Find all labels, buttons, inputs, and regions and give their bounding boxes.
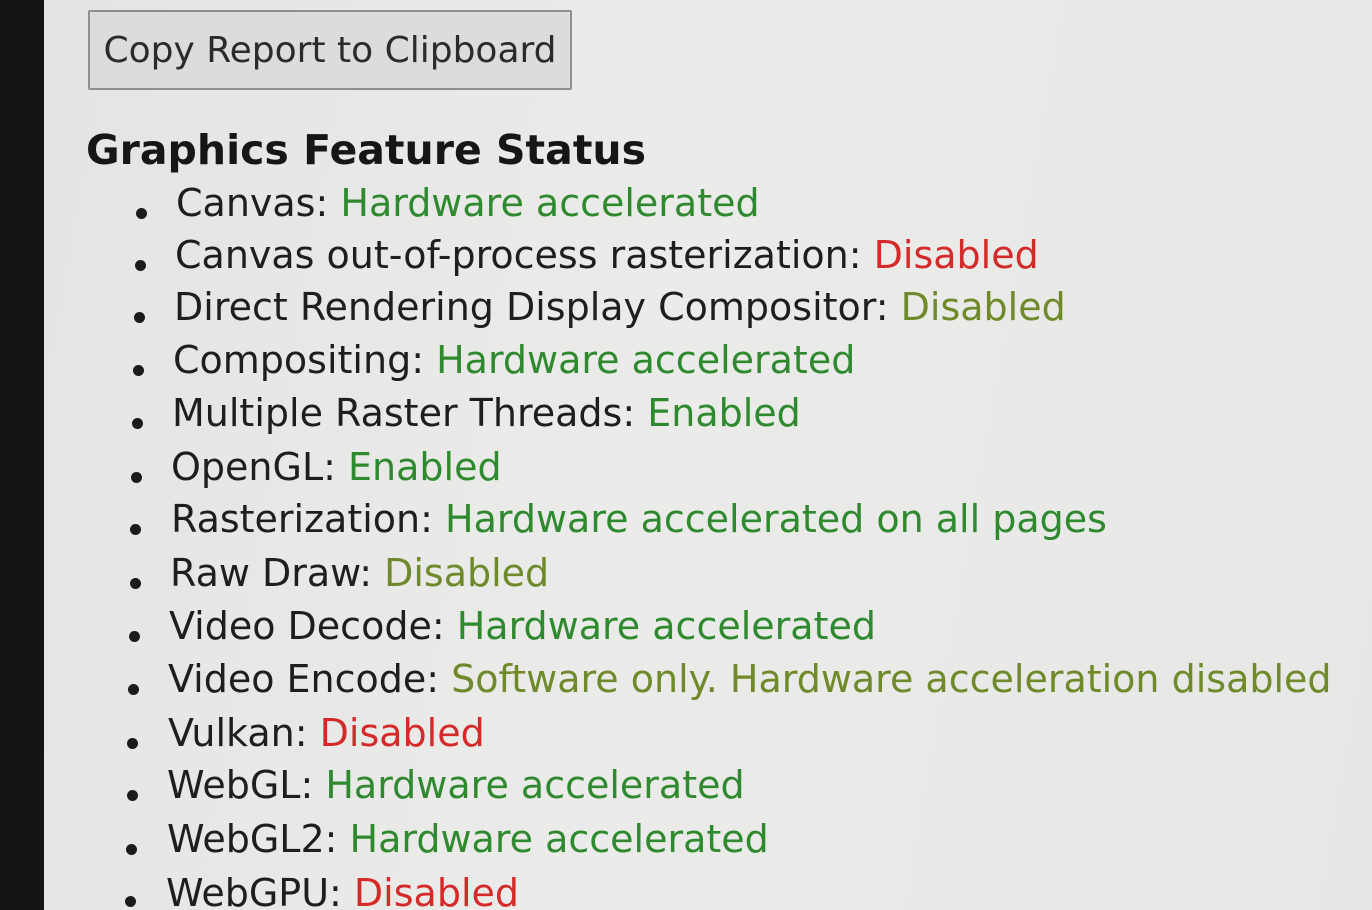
feature-status: Enabled bbox=[348, 445, 502, 489]
list-bullet bbox=[129, 631, 140, 642]
feature-separator: : bbox=[411, 338, 437, 382]
feature-name: OpenGL bbox=[171, 445, 324, 489]
feature-row: Canvas: Hardware accelerated bbox=[176, 180, 760, 226]
feature-row: Multiple Raster Threads: Enabled bbox=[172, 390, 801, 436]
feature-separator: : bbox=[875, 285, 901, 329]
feature-status: Disabled bbox=[384, 551, 550, 595]
list-bullet bbox=[130, 578, 141, 589]
feature-row: Canvas out-of-process rasterization: Dis… bbox=[175, 232, 1039, 278]
feature-separator: : bbox=[315, 181, 341, 225]
feature-name: WebGL bbox=[167, 763, 301, 807]
feature-separator: : bbox=[324, 817, 350, 861]
feature-name: Compositing bbox=[173, 338, 412, 382]
feature-name: Video Encode bbox=[168, 657, 427, 701]
feature-name: Rasterization bbox=[171, 497, 421, 541]
feature-separator: : bbox=[426, 657, 452, 701]
feature-separator: : bbox=[323, 445, 349, 489]
feature-separator: : bbox=[848, 233, 874, 277]
list-bullet bbox=[135, 260, 146, 271]
list-bullet bbox=[127, 790, 138, 801]
feature-separator: : bbox=[622, 391, 648, 435]
feature-row: Compositing: Hardware accelerated bbox=[173, 337, 855, 383]
copy-report-button[interactable]: Copy Report to Clipboard bbox=[88, 10, 572, 90]
feature-separator: : bbox=[420, 497, 446, 541]
feature-separator: : bbox=[300, 763, 326, 807]
list-bullet bbox=[126, 844, 137, 855]
list-bullet bbox=[125, 896, 136, 907]
feature-status: Disabled bbox=[353, 871, 520, 910]
feature-separator: : bbox=[329, 871, 354, 910]
feature-status: Disabled bbox=[319, 711, 485, 755]
feature-status: Hardware accelerated bbox=[325, 763, 745, 807]
feature-status: Hardware accelerated bbox=[436, 338, 856, 382]
feature-status: Software only. Hardware acceleration dis… bbox=[451, 657, 1332, 701]
list-bullet bbox=[131, 472, 142, 483]
list-bullet bbox=[130, 524, 141, 535]
feature-status: Disabled bbox=[900, 285, 1066, 329]
feature-row: Video Decode: Hardware accelerated bbox=[169, 603, 876, 649]
feature-name: Raw Draw bbox=[170, 551, 360, 595]
list-bullet bbox=[133, 365, 144, 376]
feature-row: WebGL: Hardware accelerated bbox=[167, 762, 745, 808]
feature-row: Direct Rendering Display Compositor: Dis… bbox=[174, 284, 1066, 330]
feature-separator: : bbox=[431, 604, 457, 648]
feature-name: Multiple Raster Threads bbox=[172, 391, 623, 435]
feature-status: Hardware accelerated on all pages bbox=[445, 497, 1107, 541]
feature-name: WebGL2 bbox=[167, 817, 325, 861]
list-bullet bbox=[128, 684, 139, 695]
feature-name: Canvas out-of-process rasterization bbox=[175, 233, 849, 277]
list-bullet bbox=[132, 418, 143, 429]
section-title: Graphics Feature Status bbox=[86, 126, 647, 174]
list-bullet bbox=[136, 208, 147, 219]
feature-row: Vulkan: Disabled bbox=[168, 710, 485, 756]
list-bullet bbox=[134, 312, 145, 323]
feature-row: Rasterization: Hardware accelerated on a… bbox=[171, 496, 1107, 542]
feature-row: Video Encode: Software only. Hardware ac… bbox=[168, 656, 1332, 702]
feature-status: Enabled bbox=[647, 391, 801, 435]
feature-name: Vulkan bbox=[168, 711, 295, 755]
feature-name: Canvas bbox=[176, 181, 316, 225]
feature-row: Raw Draw: Disabled bbox=[170, 550, 549, 596]
feature-name: Video Decode bbox=[169, 604, 432, 648]
feature-status: Hardware accelerated bbox=[456, 604, 876, 648]
feature-row: OpenGL: Enabled bbox=[171, 444, 502, 490]
feature-name: Direct Rendering Display Compositor bbox=[174, 285, 876, 329]
feature-separator: : bbox=[359, 551, 385, 595]
feature-separator: : bbox=[294, 711, 320, 755]
list-bullet bbox=[127, 738, 138, 749]
feature-status: Disabled bbox=[873, 233, 1039, 277]
feature-status: Hardware accelerated bbox=[349, 817, 769, 861]
feature-name: WebGPU bbox=[166, 871, 330, 910]
feature-row: WebGL2: Hardware accelerated bbox=[167, 816, 769, 862]
feature-status: Hardware accelerated bbox=[340, 181, 760, 225]
feature-row: WebGPU: Disabled bbox=[166, 870, 519, 910]
screen-bezel bbox=[0, 0, 44, 910]
